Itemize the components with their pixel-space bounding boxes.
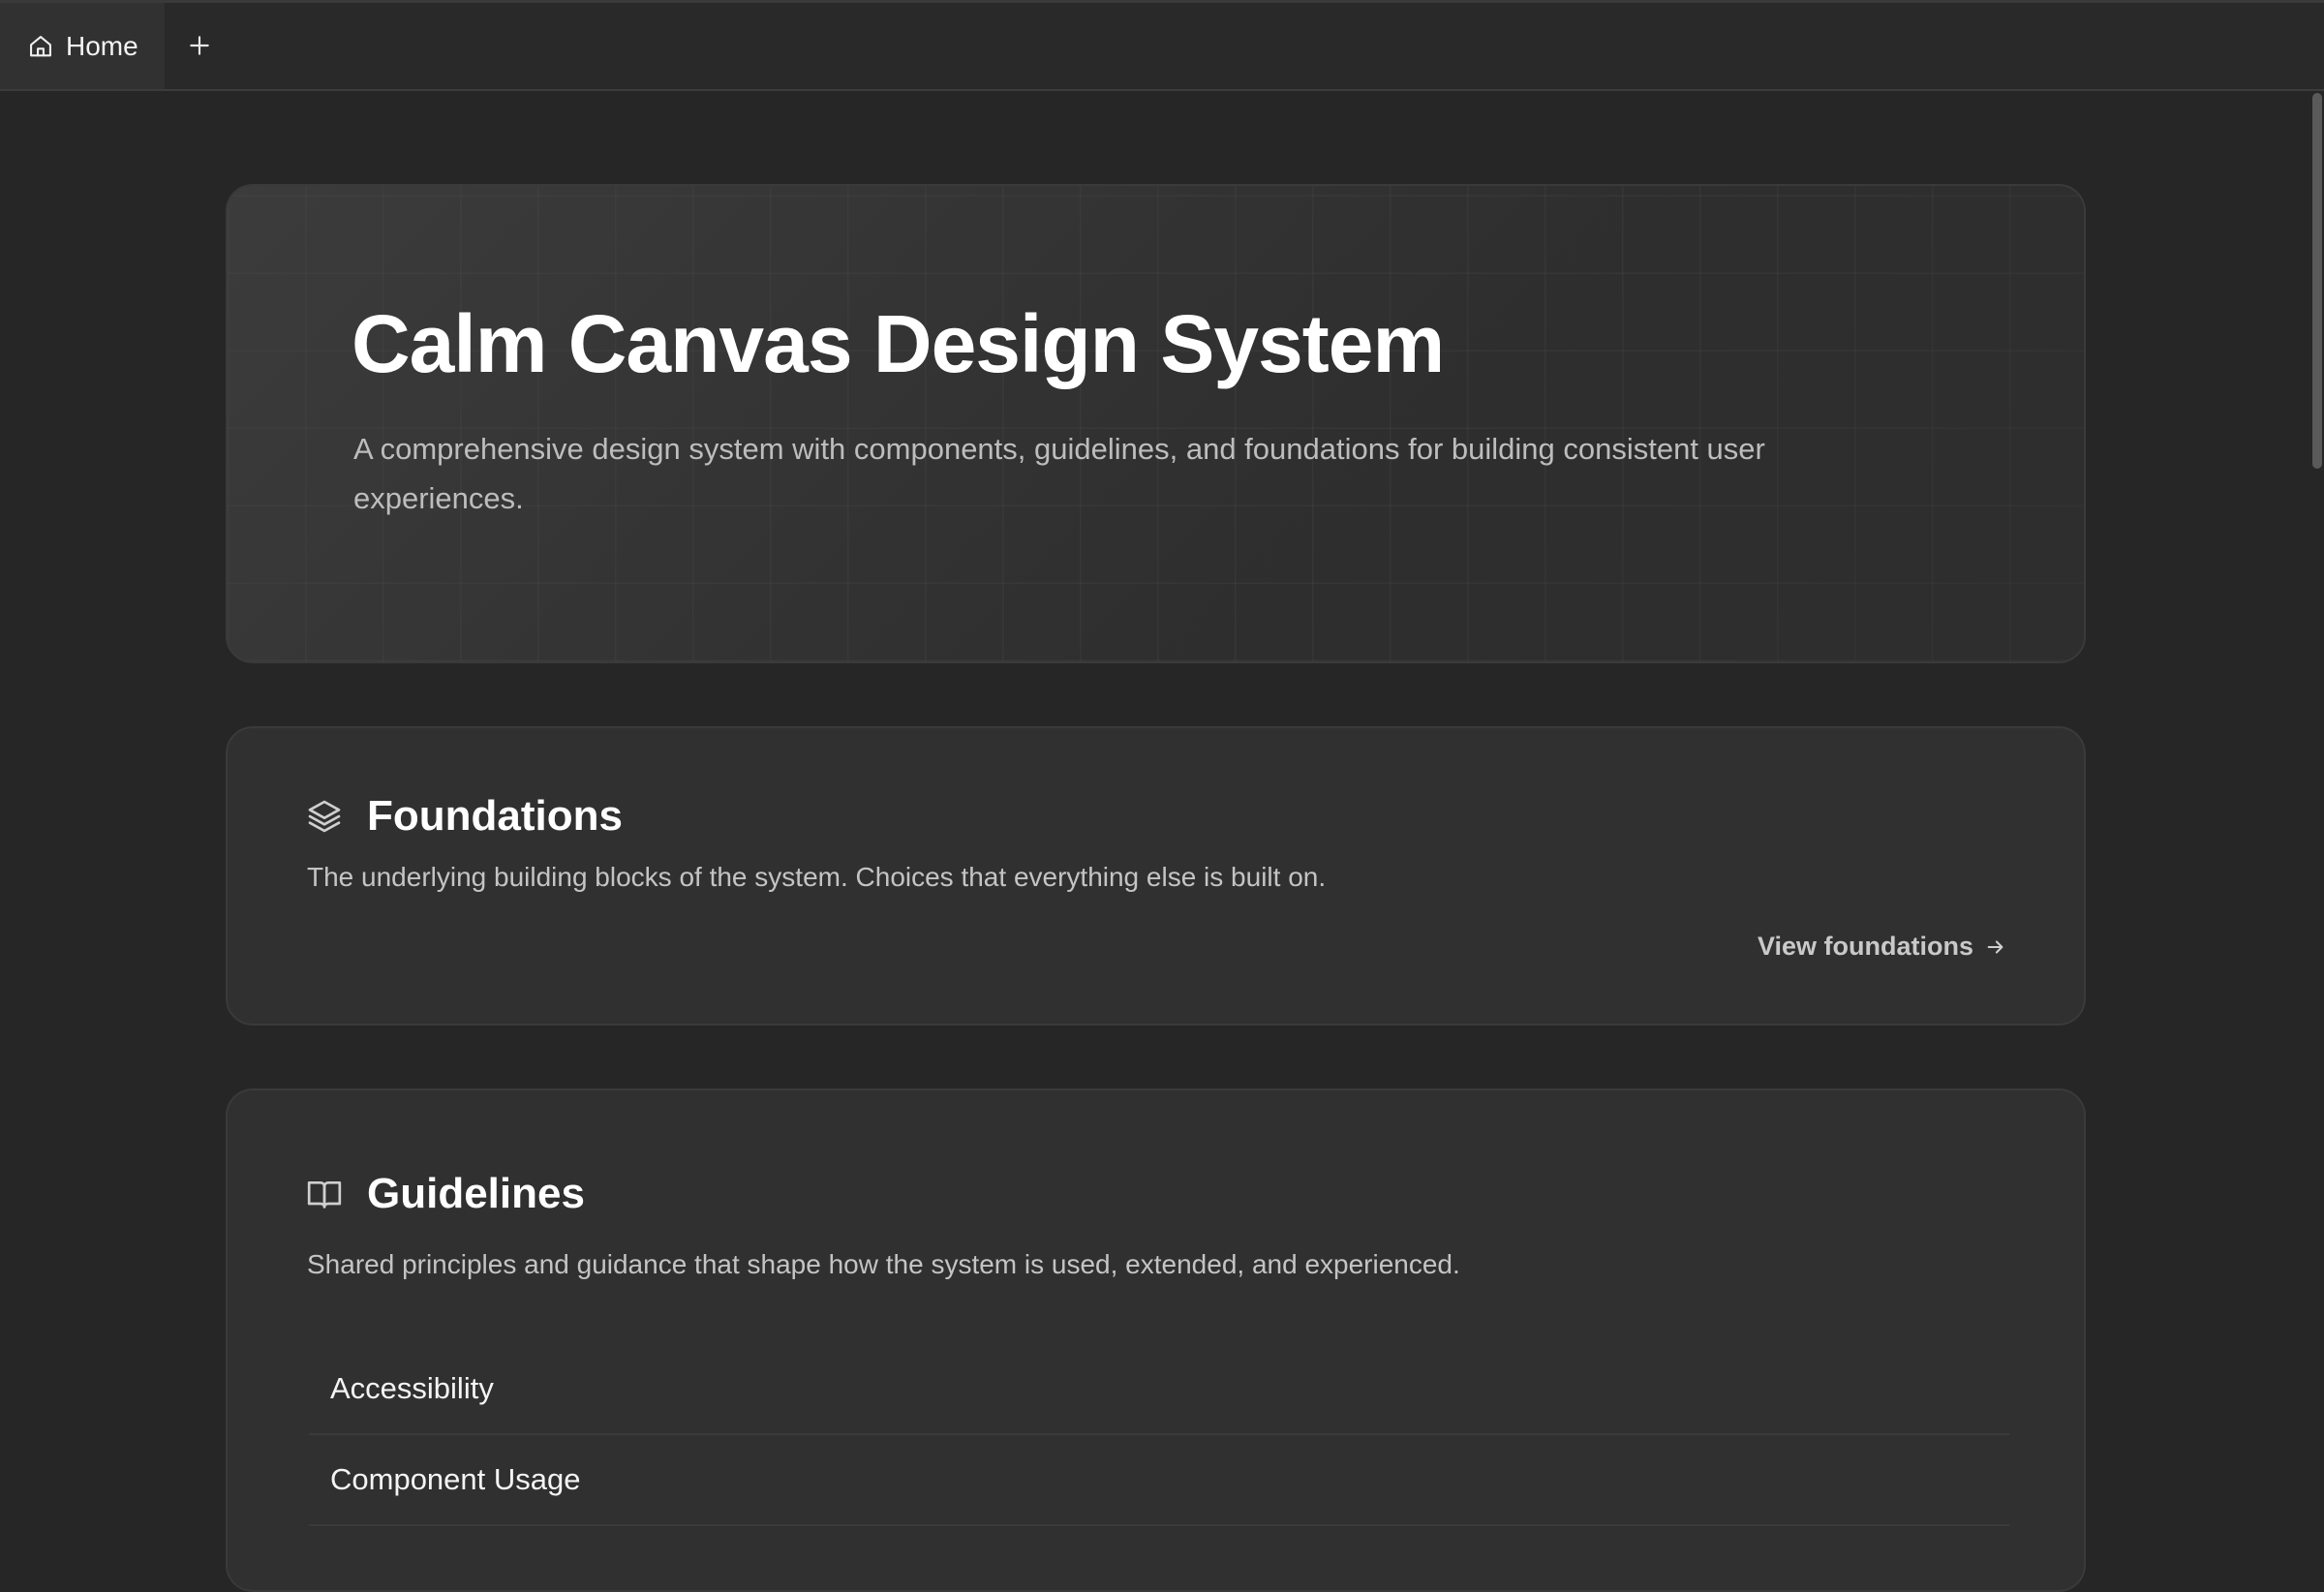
guideline-item-accessibility[interactable]: Accessibility (309, 1344, 2009, 1435)
tab-bar: Home (0, 0, 2324, 91)
book-open-icon (307, 1181, 342, 1209)
guidelines-description: Shared principles and guidance that shap… (307, 1249, 1460, 1279)
list-item-label: Accessibility (330, 1371, 494, 1405)
page-title: Calm Canvas Design System (352, 298, 1445, 389)
guidelines-list: Accessibility Component Usage (309, 1344, 2009, 1526)
new-tab-button[interactable] (180, 22, 219, 69)
view-foundations-label: View foundations (1757, 932, 1973, 961)
foundations-header: Foundations (305, 792, 623, 841)
arrow-right-icon (1987, 939, 2003, 954)
tab-home-label: Home (66, 30, 138, 61)
hero-banner: Calm Canvas Design System A comprehensiv… (226, 184, 2086, 663)
foundations-card: Foundations The underlying building bloc… (226, 726, 2086, 1026)
guidelines-title: Guidelines (367, 1170, 585, 1217)
scrollbar-thumb[interactable] (2312, 93, 2322, 469)
layers-icon (308, 800, 341, 833)
page-subtitle: A comprehensive design system with compo… (353, 432, 1765, 515)
guidelines-card: Guidelines Shared principles and guidanc… (226, 1088, 2086, 1592)
guideline-item-component-usage[interactable]: Component Usage (309, 1435, 2009, 1526)
tab-home[interactable]: Home (0, 3, 165, 89)
foundations-title: Foundations (367, 792, 623, 840)
foundations-description: The underlying building blocks of the sy… (307, 862, 1327, 892)
plus-icon (190, 36, 209, 55)
home-icon (30, 35, 51, 56)
list-item-label: Component Usage (330, 1462, 581, 1496)
guidelines-header: Guidelines (305, 1170, 585, 1218)
view-foundations-link[interactable]: View foundations (1758, 932, 2006, 962)
